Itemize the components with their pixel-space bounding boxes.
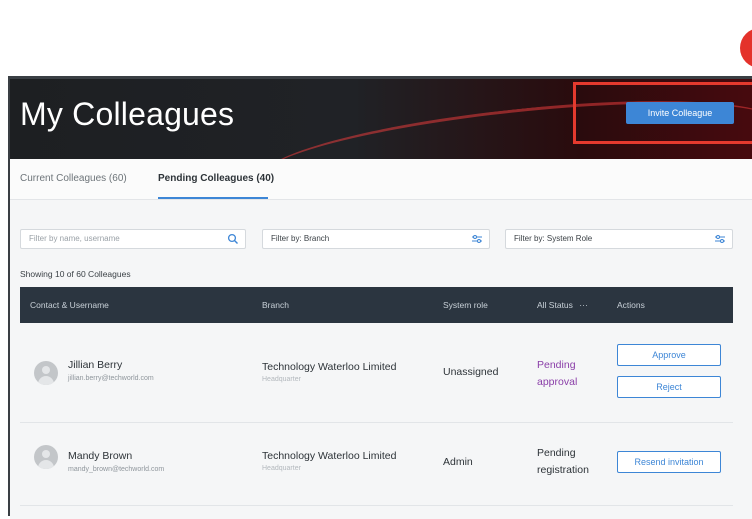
colleague-role: Unassigned	[443, 366, 499, 378]
annotation-red-dot	[740, 28, 752, 68]
status-menu-icon[interactable]: ···	[579, 300, 588, 310]
column-status[interactable]: All Status ···	[537, 300, 588, 310]
page-title: My Colleagues	[20, 96, 235, 132]
status-badge: Pending registration	[537, 447, 589, 476]
colleague-branch: Technology Waterloo Limited	[262, 450, 397, 462]
colleague-branch: Technology Waterloo Limited	[262, 361, 397, 373]
branch-filter[interactable]: Filter by: Branch	[262, 229, 490, 249]
column-status-label: All Status	[537, 300, 573, 310]
column-branch: Branch	[262, 300, 289, 310]
table-row: Mandy Brown mandy_brown@techworld.com Te…	[20, 423, 733, 501]
colleague-branch-sub: Headquarter	[262, 465, 301, 472]
system-role-filter[interactable]: Filter by: System Role	[505, 229, 733, 249]
user-avatar-icon	[34, 361, 58, 385]
colleague-role: Admin	[443, 456, 473, 468]
branch-filter-label: Filter by: Branch	[271, 234, 330, 243]
sliders-icon[interactable]	[471, 233, 483, 245]
row-divider	[20, 505, 733, 506]
user-avatar-icon	[34, 445, 58, 469]
colleague-email: jillian.berry@techworld.com	[68, 375, 154, 382]
column-contact: Contact & Username	[30, 300, 109, 310]
colleague-email: mandy_brown@techworld.com	[68, 466, 165, 473]
column-system-role: System role	[443, 300, 488, 310]
colleague-branch-sub: Headquarter	[262, 376, 301, 383]
search-icon[interactable]	[227, 233, 239, 245]
results-count: Showing 10 of 60 Colleagues	[20, 269, 131, 279]
tab-bar: Current Colleagues (60) Pending Colleagu…	[10, 159, 752, 200]
app-window: My Colleagues Invite Colleague Current C…	[10, 79, 752, 519]
search-placeholder: Filter by name, username	[29, 234, 120, 243]
colleague-name: Jillian Berry	[68, 359, 123, 371]
table-row: Jillian Berry jillian.berry@techworld.co…	[20, 339, 733, 417]
annotation-highlight-box	[573, 82, 752, 144]
colleague-name: Mandy Brown	[68, 450, 133, 462]
reject-button[interactable]: Reject	[617, 376, 721, 398]
tab-current-colleagues[interactable]: Current Colleagues (60)	[20, 173, 127, 184]
table-header: Contact & Username Branch System role Al…	[20, 287, 733, 323]
system-role-filter-label: Filter by: System Role	[514, 234, 593, 243]
approve-button[interactable]: Approve	[617, 344, 721, 366]
resend-invitation-button[interactable]: Resend invitation	[617, 451, 721, 473]
status-badge: Pending approval	[537, 359, 578, 388]
search-input[interactable]: Filter by name, username	[20, 229, 246, 249]
tab-pending-colleagues[interactable]: Pending Colleagues (40)	[158, 173, 274, 184]
sliders-icon[interactable]	[714, 233, 726, 245]
active-tab-indicator	[158, 197, 268, 199]
column-actions: Actions	[617, 300, 645, 310]
